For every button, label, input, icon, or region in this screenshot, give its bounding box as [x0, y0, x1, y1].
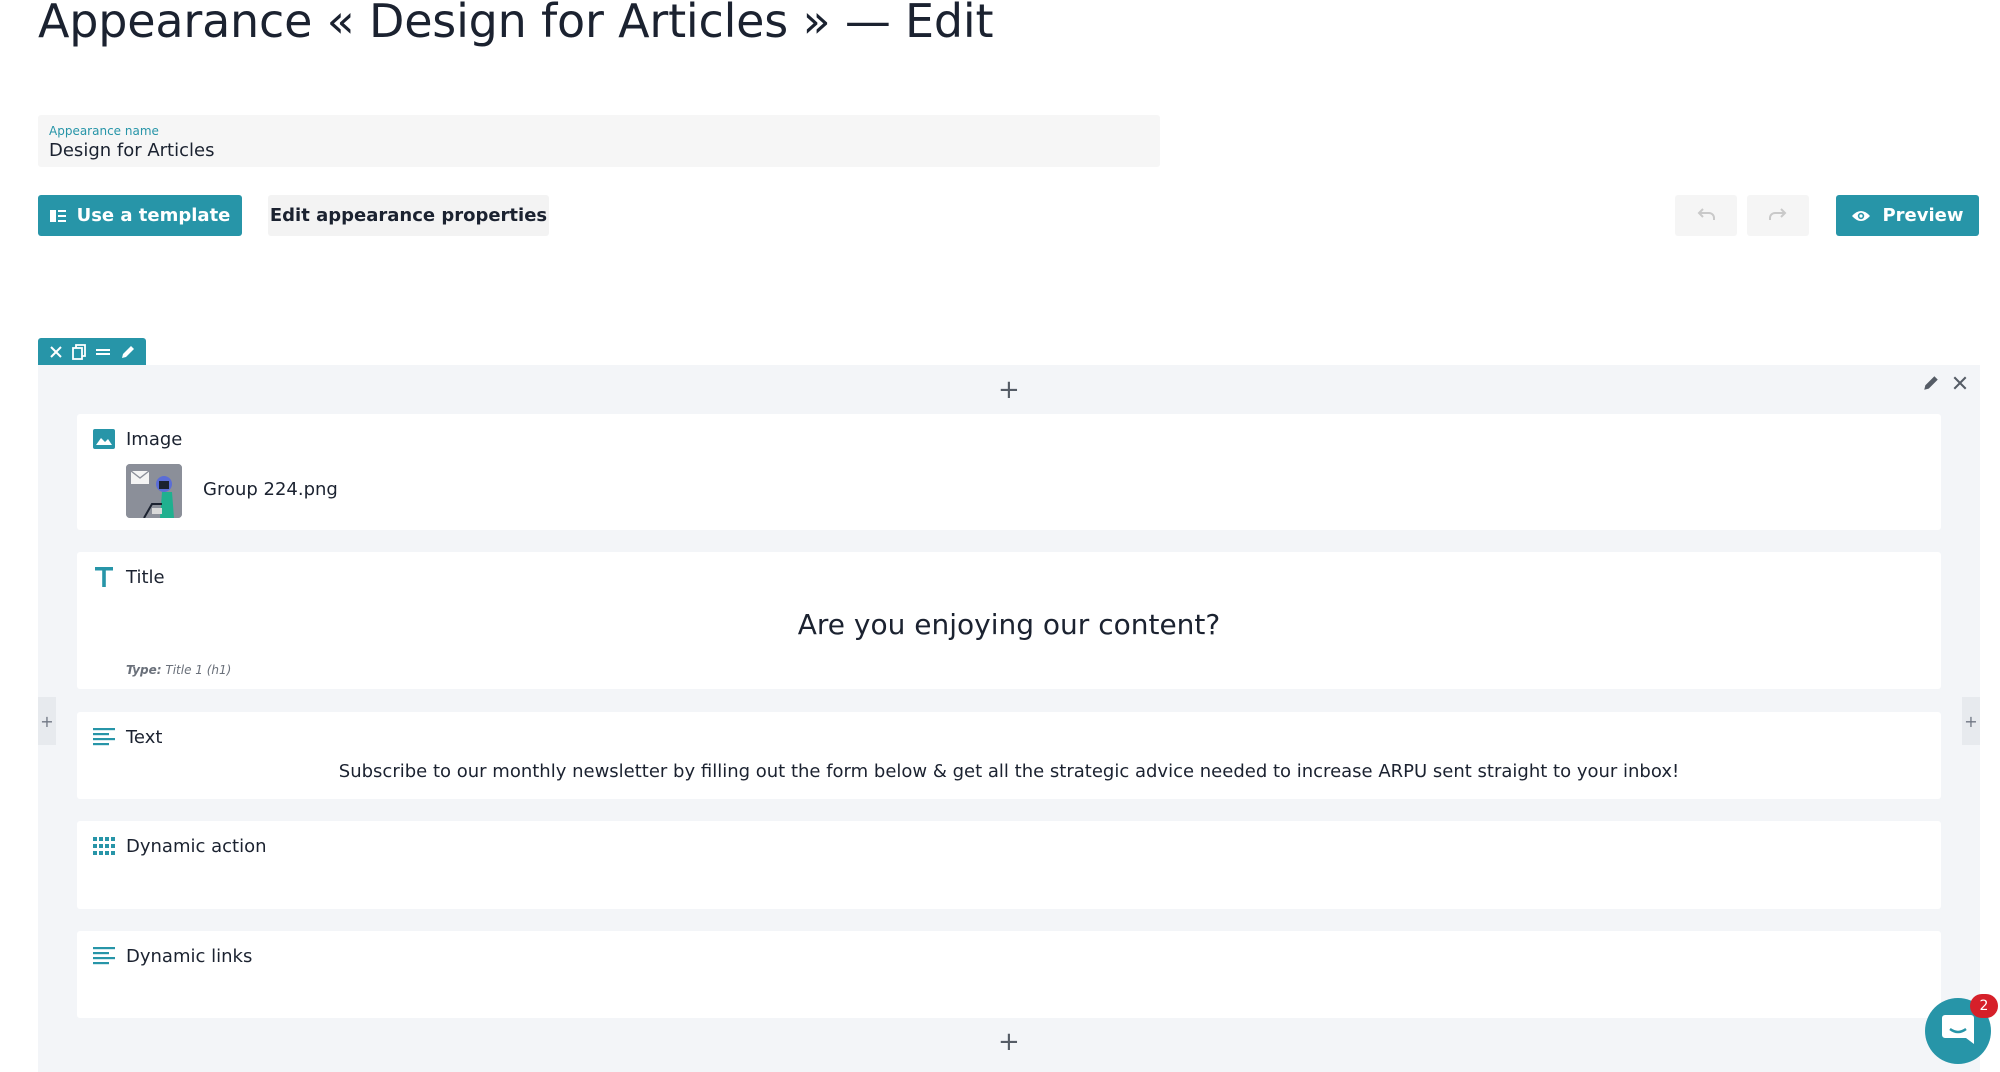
dynamic-links-block[interactable]: Dynamic links	[77, 931, 1941, 1018]
add-block-top-button[interactable]: +	[998, 377, 1020, 403]
text-lines-icon	[91, 943, 117, 969]
title-block-title: Title	[126, 566, 165, 588]
appearance-name-input[interactable]	[49, 140, 1149, 161]
undo-button[interactable]	[1675, 195, 1737, 236]
preview-button[interactable]: Preview	[1836, 195, 1979, 236]
dynamic-links-block-title: Dynamic links	[126, 945, 253, 967]
image-block-title: Image	[126, 428, 183, 450]
close-section-icon[interactable]	[1952, 375, 1968, 391]
image-thumbnail[interactable]	[126, 464, 182, 518]
image-file-name: Group 224.png	[203, 479, 338, 500]
preview-label: Preview	[1882, 205, 1964, 226]
dynamic-action-block[interactable]: Dynamic action	[77, 821, 1941, 909]
use-template-button[interactable]: Use a template	[38, 195, 242, 236]
title-type-info: Type: Title 1 (h1)	[126, 663, 231, 677]
page-title: Appearance « Design for Articles » — Edi…	[38, 0, 994, 48]
title-type-label: Type:	[126, 663, 162, 677]
template-icon	[49, 209, 66, 223]
text-block-title: Text	[126, 726, 163, 748]
edit-appearance-properties-button[interactable]: Edit appearance properties	[268, 195, 549, 236]
copy-icon[interactable]	[71, 344, 86, 360]
redo-icon	[1768, 205, 1788, 226]
add-block-bottom-button[interactable]: +	[998, 1029, 1020, 1055]
image-icon	[91, 426, 117, 452]
title-block[interactable]: Title Are you enjoying our content? Type…	[77, 552, 1941, 689]
redo-button[interactable]	[1747, 195, 1809, 236]
close-icon[interactable]	[49, 345, 63, 359]
text-block[interactable]: Text Subscribe to our monthly newsletter…	[77, 712, 1941, 799]
add-column-left-button[interactable]: +	[38, 697, 56, 745]
chat-icon	[1941, 1013, 1975, 1049]
title-t-icon	[91, 564, 117, 590]
drag-handle-icon[interactable]	[95, 346, 111, 358]
pencil-icon[interactable]	[120, 344, 136, 360]
image-block[interactable]: Image Group 224.png	[77, 414, 1941, 530]
text-lines-icon	[91, 724, 117, 750]
edit-section-pencil-icon[interactable]	[1922, 374, 1940, 392]
appearance-name-label: Appearance name	[49, 124, 159, 138]
eye-icon	[1851, 209, 1871, 223]
add-column-right-button[interactable]: +	[1962, 697, 1980, 745]
use-template-label: Use a template	[76, 205, 231, 226]
undo-icon	[1696, 205, 1716, 226]
dynamic-action-block-title: Dynamic action	[126, 835, 267, 857]
text-content: Subscribe to our monthly newsletter by f…	[338, 761, 1680, 782]
appearance-name-field[interactable]: Appearance name	[38, 115, 1160, 167]
grid-icon	[91, 833, 117, 859]
chat-notification-badge: 2	[1970, 994, 1998, 1018]
edit-appearance-properties-label: Edit appearance properties	[269, 205, 548, 226]
section-toolbar	[38, 338, 146, 366]
title-type-value: Title 1 (h1)	[165, 663, 232, 677]
title-content: Are you enjoying our content?	[797, 608, 1221, 641]
